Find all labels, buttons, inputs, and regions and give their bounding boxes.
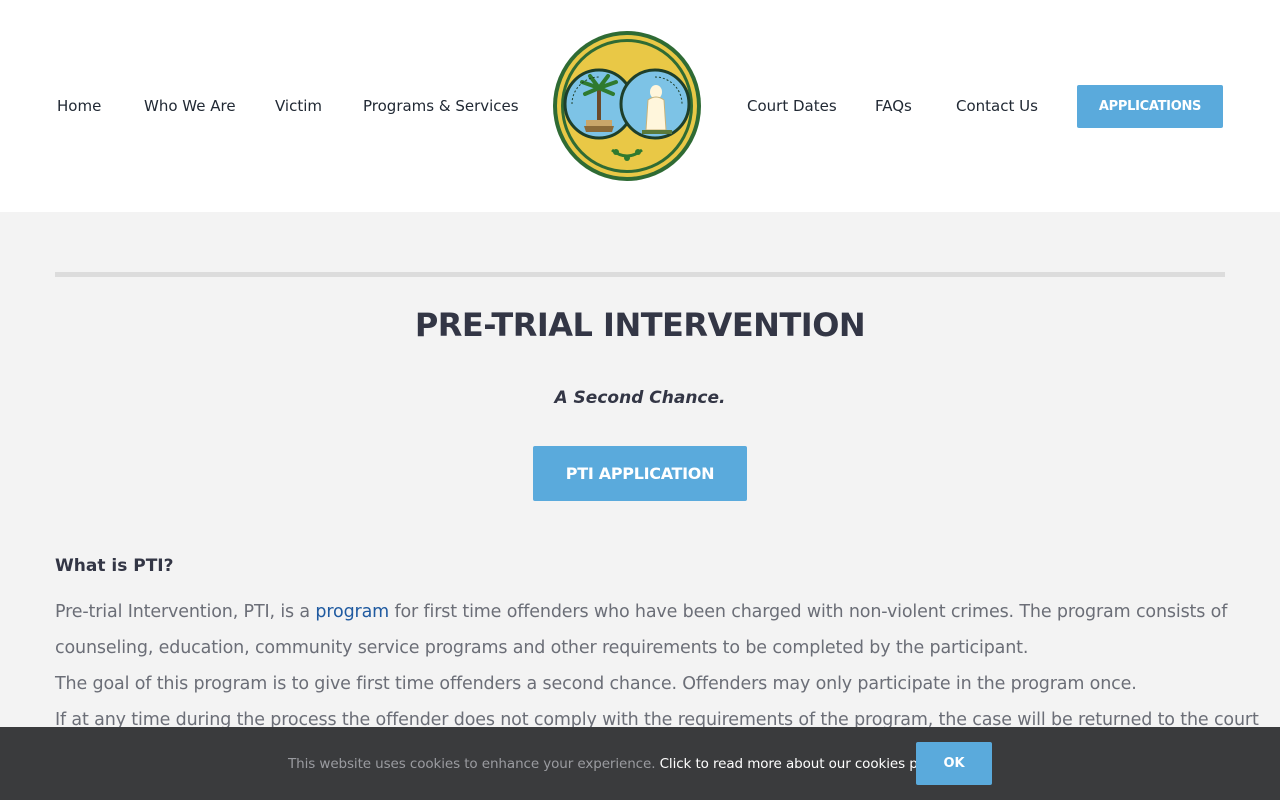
site-header: Home Who We Are Victim Programs & Servic… [0,0,1280,212]
south-carolina-seal-icon [553,31,701,181]
paragraph-1-before-link: Pre-trial Intervention, PTI, is a [55,602,316,622]
cookie-policy-link[interactable]: Click to read more about our cookies pol… [660,756,951,772]
section-divider [55,272,1225,277]
nav-contact-us[interactable]: Contact Us [956,96,1038,116]
cookie-ok-button[interactable]: OK [916,742,992,785]
paragraph-1-after-link: for first time offenders who have been c… [389,602,1228,622]
nav-home[interactable]: Home [57,96,101,116]
cookie-message: This website uses cookies to enhance you… [288,755,951,773]
paragraph-1-line-2: counseling, education, community service… [55,638,1029,658]
paragraph-2: The goal of this program is to give firs… [55,674,1137,694]
nav-faqs[interactable]: FAQs [875,96,912,116]
paragraph-1-line-1: Pre-trial Intervention, PTI, is a progra… [55,594,1235,630]
body-text: Pre-trial Intervention, PTI, is a progra… [55,594,1259,738]
nav-who-we-are[interactable]: Who We Are [144,96,236,116]
state-seal-logo[interactable] [552,30,702,182]
cookie-notice-text: This website uses cookies to enhance you… [288,756,660,772]
pti-application-button[interactable]: PTI APPLICATION [533,446,747,501]
nav-victim[interactable]: Victim [275,96,322,116]
applications-button[interactable]: APPLICATIONS [1077,85,1223,128]
nav-court-dates[interactable]: Court Dates [747,96,837,116]
program-link[interactable]: program [315,602,389,622]
section-heading-what-is-pti: What is PTI? [55,556,174,576]
page-title: PRE-TRIAL INTERVENTION [414,306,866,344]
nav-programs-services[interactable]: Programs & Services [363,96,519,116]
page-tagline: A Second Chance. [554,388,726,408]
